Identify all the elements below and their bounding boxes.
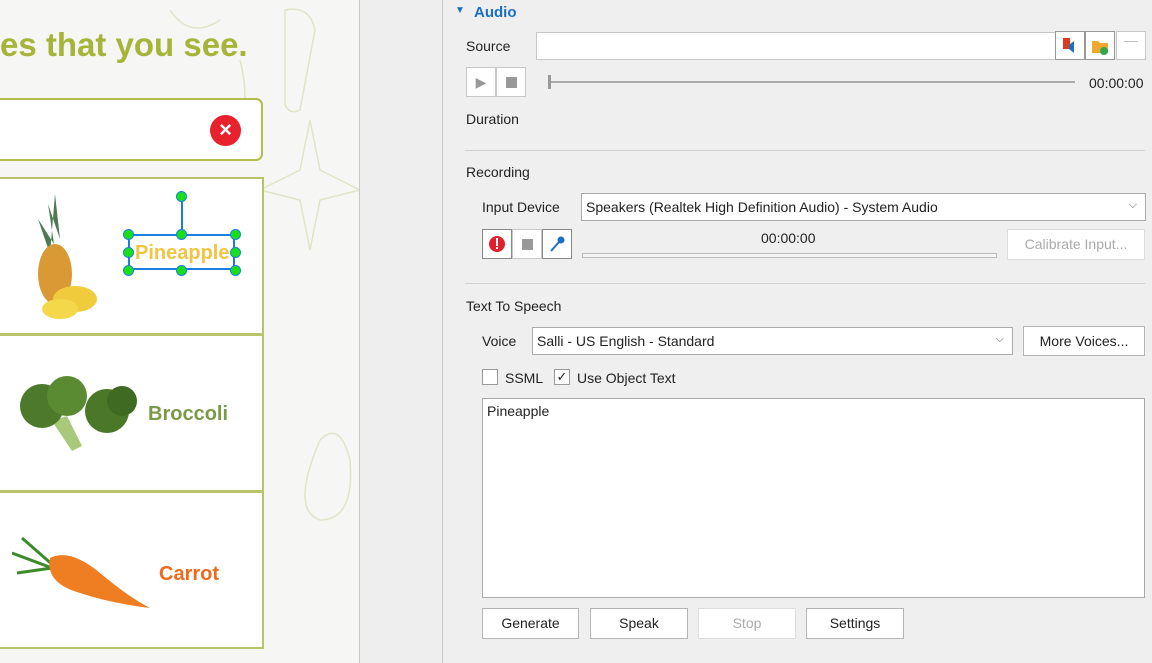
audio-seek-slider[interactable] [549,81,1075,83]
resize-handle[interactable] [123,229,134,240]
resize-handle[interactable] [123,265,134,276]
card-broccoli[interactable]: Broccoli [0,334,264,492]
tts-title: Text To Speech [466,298,562,314]
recording-level-bar [582,253,997,258]
pineapple-image [38,194,97,319]
tts-text-area[interactable]: Pineapple [482,398,1145,598]
calibrate-input-button[interactable]: Calibrate Input... [1007,229,1145,260]
resize-handle[interactable] [230,265,241,276]
import-folder-icon[interactable] [1085,31,1115,60]
divider [465,283,1145,284]
tts-text: Pineapple [487,403,550,419]
ssml-checkbox[interactable] [482,369,498,385]
voice-value: Salli - US English - Standard [537,333,715,349]
video-audio-icon[interactable] [1055,31,1085,60]
generate-button[interactable]: Generate [482,608,579,639]
remove-icon[interactable]: — [1116,31,1146,60]
audio-section-title[interactable]: Audio [474,4,517,21]
speak-button[interactable]: Speak [590,608,688,639]
resize-handle[interactable] [176,229,187,240]
duration-label: Duration [466,111,519,127]
voice-select[interactable]: Salli - US English - Standard ⌵ [532,327,1013,355]
rotate-handle[interactable] [176,191,187,202]
instruction-title: es that you see. [0,26,248,63]
source-input[interactable] [536,32,1056,60]
resize-handle[interactable] [230,229,241,240]
input-device-label: Input Device [482,199,560,215]
voice-label: Voice [482,333,517,349]
stop-button[interactable]: Stop [698,608,796,639]
resize-handle[interactable] [123,247,134,258]
broccoli-image [20,376,137,451]
card-carrot[interactable]: Carrot [0,491,264,649]
microphone-icon[interactable] [542,229,572,259]
chevron-down-icon: ⌵ [995,333,1004,345]
recording-time: 00:00:00 [761,230,816,246]
chevron-down-icon: ⌵ [1128,199,1137,211]
use-object-text-label: Use Object Text [577,370,676,386]
resize-handle[interactable] [230,247,241,258]
recording-title: Recording [466,164,530,180]
stop-recording-icon[interactable] [512,229,542,259]
audio-properties-panel: ▼ Audio Source — ▶ 00:00:00 Duration Rec… [442,0,1152,663]
play-icon[interactable]: ▶ [466,67,496,97]
divider [465,150,1145,151]
stop-icon[interactable] [496,67,526,97]
use-object-text-checkbox[interactable]: ✓ [554,369,570,385]
collapse-triangle-icon[interactable]: ▼ [455,5,465,16]
settings-button[interactable]: Settings [806,608,904,639]
seek-thumb[interactable] [548,75,551,89]
more-voices-button[interactable]: More Voices... [1023,326,1145,356]
slide-canvas: es that you see. × Pineapple Broccoli Ca… [0,0,360,663]
close-icon[interactable]: × [210,115,241,146]
input-device-value: Speakers (Realtek High Definition Audio)… [586,199,938,215]
record-icon[interactable] [482,229,512,259]
resize-handle[interactable] [176,265,187,276]
ssml-label: SSML [505,370,544,386]
carrot-image [12,536,150,608]
source-label: Source [466,38,511,54]
label-broccoli[interactable]: Broccoli [148,403,228,426]
audio-time: 00:00:00 [1089,75,1144,91]
label-carrot[interactable]: Carrot [159,563,219,586]
input-device-select[interactable]: Speakers (Realtek High Definition Audio)… [581,193,1146,221]
